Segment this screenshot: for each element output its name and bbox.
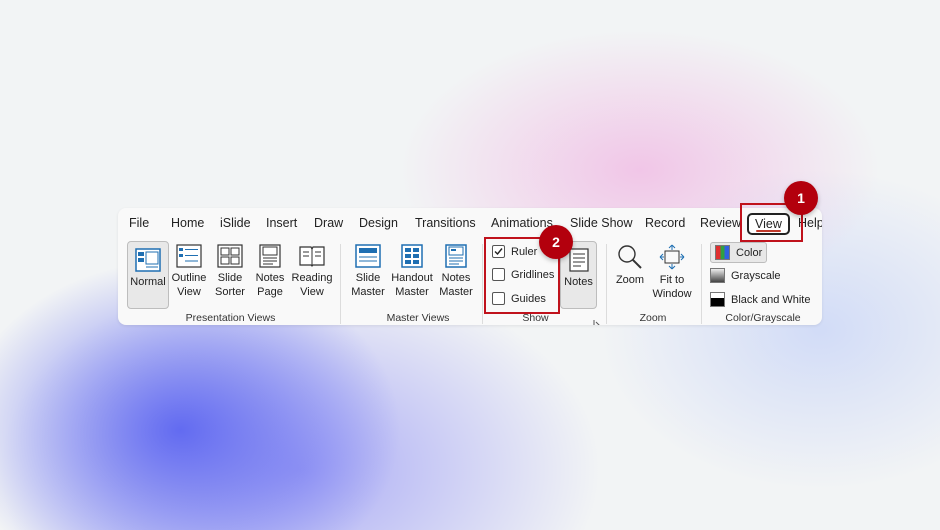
reading-view-icon xyxy=(298,244,326,268)
group-separator xyxy=(606,244,607,324)
color-grayscale-group-label: Color/Grayscale xyxy=(725,312,801,324)
reading-view-button[interactable]: Reading View xyxy=(290,244,334,299)
slide-master-icon xyxy=(355,244,381,268)
ribbon-tab-bar: File Home iSlide Insert Draw Design Tran… xyxy=(118,208,822,240)
magnifier-icon xyxy=(617,244,643,270)
normal-view-button[interactable]: Normal xyxy=(127,241,169,309)
ribbon: File Home iSlide Insert Draw Design Tran… xyxy=(118,208,822,325)
color-swatch-icon xyxy=(715,245,730,260)
notes-toggle-label: Notes xyxy=(564,276,593,288)
zoom-button[interactable]: Zoom xyxy=(612,244,648,287)
fit-to-window-label-2: Window xyxy=(652,288,692,300)
fit-to-window-button[interactable]: Fit to Window xyxy=(650,244,694,301)
zoom-group-label: Zoom xyxy=(639,312,667,324)
tab-review[interactable]: Review xyxy=(700,216,741,230)
outline-view-button[interactable]: Outline View xyxy=(169,244,209,299)
show-dialog-launcher-icon[interactable] xyxy=(593,314,601,325)
slide-sorter-label-1: Slide xyxy=(217,272,243,284)
callout-badge-2: 2 xyxy=(539,225,573,259)
presentation-views-group-label: Presentation Views xyxy=(185,312,276,324)
zoom-label: Zoom xyxy=(615,274,645,286)
tab-transitions[interactable]: Transitions xyxy=(415,216,476,230)
notes-master-icon xyxy=(445,244,467,268)
slide-sorter-label-2: Sorter xyxy=(215,286,245,298)
group-separator xyxy=(701,244,702,324)
slide-master-button[interactable]: Slide Master xyxy=(348,244,388,299)
callout-badge-1: 1 xyxy=(784,181,818,215)
tab-slide-show[interactable]: Slide Show xyxy=(570,216,633,230)
notes-icon xyxy=(568,248,589,272)
outline-view-label-1: Outline xyxy=(171,272,207,284)
slide-master-label-1: Slide xyxy=(355,272,381,284)
handout-master-button[interactable]: Handout Master xyxy=(390,244,434,299)
handout-master-icon xyxy=(401,244,423,268)
notes-page-label-1: Notes xyxy=(255,272,285,284)
outline-view-label-2: View xyxy=(177,286,201,298)
reading-view-label-1: Reading xyxy=(291,272,333,284)
black-white-swatch-icon xyxy=(710,292,725,307)
color-label: Color xyxy=(736,246,763,259)
tab-home[interactable]: Home xyxy=(171,216,204,230)
notes-page-icon xyxy=(259,244,281,268)
tab-design[interactable]: Design xyxy=(359,216,398,230)
tab-file[interactable]: File xyxy=(129,216,149,230)
fit-to-window-icon xyxy=(659,244,685,270)
slide-master-label-2: Master xyxy=(351,286,385,298)
tab-insert[interactable]: Insert xyxy=(266,216,297,230)
tab-animations[interactable]: Animations xyxy=(491,216,553,230)
notes-master-label-2: Master xyxy=(439,286,473,298)
slide-sorter-button[interactable]: Slide Sorter xyxy=(211,244,249,299)
reading-view-label-2: View xyxy=(300,286,324,298)
notes-page-label-2: Page xyxy=(257,286,283,298)
color-button[interactable]: Color xyxy=(710,242,768,263)
grayscale-label: Grayscale xyxy=(731,269,781,282)
black-and-white-button[interactable]: Black and White xyxy=(710,292,810,307)
normal-view-label: Normal xyxy=(130,276,166,288)
normal-view-icon xyxy=(135,248,161,272)
notes-page-button[interactable]: Notes Page xyxy=(251,244,289,299)
group-separator xyxy=(340,244,341,324)
tab-record[interactable]: Record xyxy=(645,216,685,230)
tab-draw[interactable]: Draw xyxy=(314,216,343,230)
notes-master-button[interactable]: Notes Master xyxy=(436,244,476,299)
grayscale-swatch-icon xyxy=(710,268,725,283)
handout-master-label-1: Handout xyxy=(391,272,433,284)
tab-islide[interactable]: iSlide xyxy=(220,216,251,230)
outline-view-icon xyxy=(176,244,202,268)
notes-master-label-1: Notes xyxy=(441,272,471,284)
master-views-group-label: Master Views xyxy=(386,312,450,324)
slide-sorter-icon xyxy=(217,244,243,268)
group-separator xyxy=(482,244,483,324)
handout-master-label-2: Master xyxy=(395,286,429,298)
black-and-white-label: Black and White xyxy=(731,293,811,306)
fit-to-window-label-1: Fit to xyxy=(659,274,685,286)
grayscale-button[interactable]: Grayscale xyxy=(710,268,781,283)
